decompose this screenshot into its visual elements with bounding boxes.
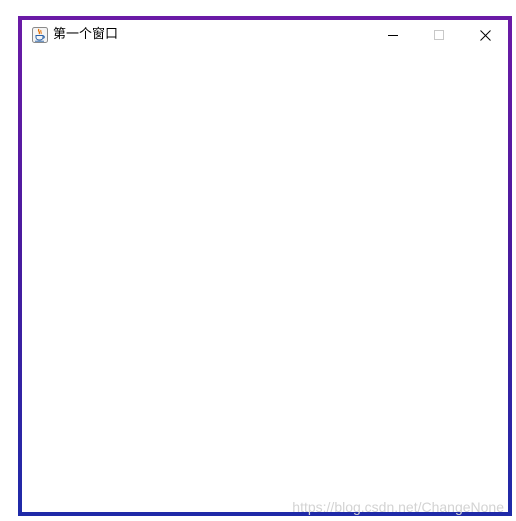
app-window: 第一个窗口	[18, 16, 512, 516]
java-cup-icon[interactable]	[32, 27, 48, 43]
minimize-button[interactable]	[370, 20, 416, 50]
title-bar[interactable]: 第一个窗口	[22, 20, 508, 50]
close-icon	[479, 29, 491, 41]
watermark-text: https://blog.csdn.net/ChangeNone	[292, 499, 504, 515]
maximize-button[interactable]	[416, 20, 462, 50]
maximize-icon	[434, 30, 444, 40]
desktop-screen: 第一个窗口 https://blog.csdn.net/ChangeNone	[0, 0, 516, 521]
minimize-icon	[388, 30, 398, 40]
window-content-area[interactable]	[22, 50, 508, 512]
close-button[interactable]	[462, 20, 508, 50]
window-title: 第一个窗口	[53, 27, 119, 42]
